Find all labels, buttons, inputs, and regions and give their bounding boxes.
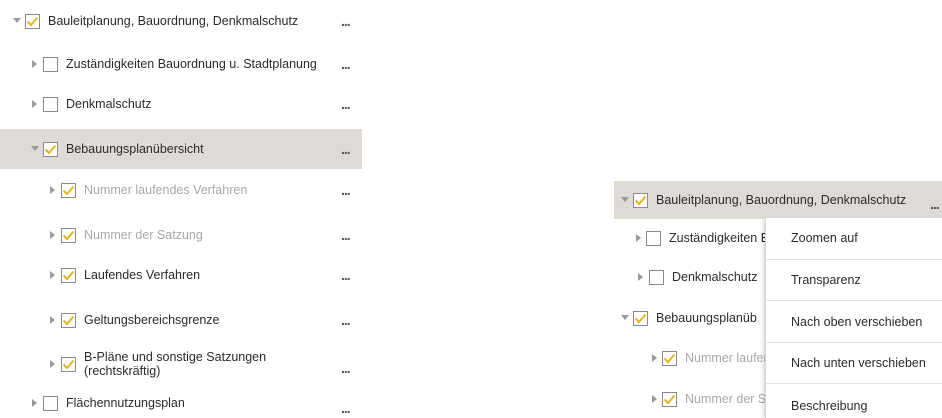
expand-arrow-icon[interactable]	[48, 270, 57, 280]
layer-row[interactable]: Flächennutzungsplan ...	[0, 388, 362, 418]
layer-checkbox[interactable]	[649, 269, 664, 285]
menu-item-description[interactable]: Beschreibung	[791, 399, 867, 413]
layer-checkbox[interactable]	[43, 96, 58, 112]
layer-row[interactable]: Zuständigkeiten Bauordnung u. Stadtplanu…	[0, 47, 362, 81]
layer-actions-button[interactable]: ...	[341, 182, 351, 198]
layer-checkbox[interactable]	[633, 192, 648, 208]
layer-checkbox[interactable]	[61, 182, 76, 198]
expand-arrow-icon[interactable]	[48, 359, 57, 369]
layer-checkbox[interactable]	[662, 350, 677, 366]
expand-arrow-icon[interactable]	[48, 185, 57, 195]
layer-checkbox[interactable]	[61, 312, 76, 328]
expand-arrow-icon[interactable]	[48, 230, 57, 240]
layer-label: Zuständigkeiten E	[669, 231, 770, 245]
menu-item-transparency[interactable]: Transparenz	[791, 273, 861, 287]
menu-divider	[766, 383, 942, 384]
expand-arrow-icon[interactable]	[30, 398, 39, 408]
layer-checkbox[interactable]	[633, 310, 648, 326]
layer-row[interactable]: Nummer der Sa	[614, 382, 773, 416]
layer-actions-button[interactable]: ...	[930, 196, 940, 212]
layer-row[interactable]: Denkmalschutz ...	[0, 87, 362, 121]
layer-row[interactable]: Denkmalschutz	[614, 260, 764, 294]
layer-checkbox[interactable]	[61, 227, 76, 243]
layer-checkbox[interactable]	[25, 13, 40, 29]
menu-divider	[766, 259, 942, 260]
layer-checkbox[interactable]	[43, 56, 58, 72]
collapse-arrow-icon[interactable]	[620, 195, 629, 205]
menu-divider	[766, 300, 942, 301]
expand-arrow-icon[interactable]	[636, 233, 642, 243]
expand-arrow-icon[interactable]	[30, 99, 39, 109]
layer-checkbox[interactable]	[61, 267, 76, 283]
layer-actions-button[interactable]: ...	[341, 56, 351, 72]
layer-list-left: Bauleitplanung, Bauordnung, Denkmalschut…	[0, 0, 362, 418]
layer-checkbox[interactable]	[43, 395, 58, 411]
menu-item-move-down[interactable]: Nach unten verschieben	[791, 356, 926, 370]
layer-label: Zuständigkeiten Bauordnung u. Stadtplanu…	[66, 57, 317, 71]
layer-row[interactable]: B-Pläne und sonstige Satzungen (rechtskr…	[0, 344, 362, 384]
layer-context-menu: Zoomen auf Transparenz Nach oben verschi…	[765, 218, 942, 418]
layer-label: Nummer der Satzung	[84, 228, 203, 242]
layer-row[interactable]: Geltungsbereichsgrenze ...	[0, 303, 362, 337]
menu-item-zoom-to[interactable]: Zoomen auf	[791, 231, 858, 245]
layer-actions-button[interactable]: ...	[341, 141, 351, 157]
layer-actions-button[interactable]: ...	[341, 227, 351, 243]
layer-actions-button[interactable]: ...	[341, 312, 351, 328]
layer-label: Bebauungsplanübersicht	[66, 142, 204, 156]
expand-arrow-icon[interactable]	[652, 353, 658, 363]
layer-label: Geltungsbereichsgrenze	[84, 313, 220, 327]
collapse-arrow-icon[interactable]	[30, 144, 39, 154]
layer-checkbox[interactable]	[662, 391, 677, 407]
layer-row[interactable]: Nummer laufendes Verfahren ...	[0, 173, 362, 207]
layer-row[interactable]: Bebauungsplanüb	[614, 301, 764, 335]
layer-actions-button[interactable]: ...	[341, 360, 351, 376]
layer-row-selected[interactable]: Bebauungsplanübersicht ...	[0, 129, 362, 169]
layer-label: Denkmalschutz	[672, 270, 758, 284]
layer-row[interactable]: Nummer der Satzung ...	[0, 218, 362, 252]
layer-label: Laufendes Verfahren	[84, 268, 201, 282]
layer-actions-button[interactable]: ...	[341, 96, 351, 112]
layer-checkbox[interactable]	[646, 230, 661, 246]
layer-actions-button[interactable]: ...	[341, 13, 351, 29]
layer-label: Bauleitplanung, Bauordnung, Denkmalschut…	[656, 193, 907, 207]
layer-label: Bebauungsplanüb	[656, 311, 757, 325]
layer-row-selected[interactable]: Bauleitplanung, Bauordnung, Denkmalschut…	[614, 181, 942, 219]
layer-row[interactable]: Nummer laufer	[614, 341, 768, 375]
layer-label: Flächennutzungsplan	[66, 396, 185, 410]
layer-actions-button[interactable]: ...	[341, 400, 351, 416]
layer-label: Denkmalschutz	[66, 97, 152, 111]
collapse-arrow-icon[interactable]	[620, 313, 629, 323]
layer-label: Nummer laufendes Verfahren	[84, 183, 248, 197]
expand-arrow-icon[interactable]	[636, 272, 645, 282]
layer-row[interactable]: Zuständigkeiten E	[614, 221, 769, 255]
collapse-arrow-icon[interactable]	[12, 16, 21, 26]
menu-divider	[766, 342, 942, 343]
layer-label: Nummer laufer	[685, 351, 768, 365]
layer-label: Bauleitplanung, Bauordnung, Denkmalschut…	[48, 14, 299, 28]
layer-row[interactable]: Laufendes Verfahren ...	[0, 258, 362, 292]
menu-item-move-up[interactable]: Nach oben verschieben	[791, 315, 922, 329]
layer-actions-button[interactable]: ...	[341, 267, 351, 283]
layer-label: B-Pläne und sonstige Satzungen (rechtskr…	[84, 350, 267, 378]
layer-checkbox[interactable]	[43, 141, 58, 157]
layer-label: Nummer der Sa	[685, 392, 774, 406]
expand-arrow-icon[interactable]	[30, 59, 39, 69]
expand-arrow-icon[interactable]	[48, 315, 57, 325]
expand-arrow-icon[interactable]	[652, 394, 658, 404]
layer-row[interactable]: Bauleitplanung, Bauordnung, Denkmalschut…	[0, 4, 362, 38]
layer-checkbox[interactable]	[61, 356, 76, 372]
